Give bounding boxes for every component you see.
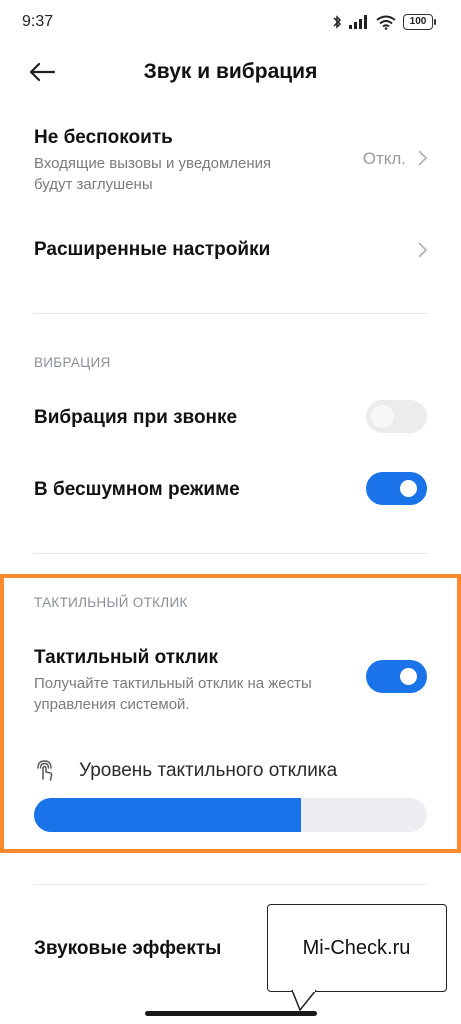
battery-icon: 100 bbox=[403, 14, 436, 30]
ring-vibration-row[interactable]: Вибрация при звонке bbox=[0, 395, 461, 441]
haptic-level-label: Уровень тактильного отклика bbox=[79, 760, 338, 781]
watermark-text: Mi-Check.ru bbox=[302, 937, 411, 959]
callout-tail bbox=[291, 990, 317, 1012]
ring-vibration-title: Вибрация при звонке bbox=[34, 407, 238, 428]
advanced-title: Расширенные настройки bbox=[34, 239, 271, 260]
page-title: Звук и вибрация bbox=[143, 60, 318, 83]
dnd-desc-line2: будут заглушены bbox=[34, 176, 153, 193]
dnd-value: Откл. bbox=[362, 149, 406, 168]
header: Звук и вибрация bbox=[0, 44, 461, 100]
bluetooth-icon bbox=[333, 15, 342, 29]
status-time: 9:37 bbox=[22, 13, 54, 30]
silent-vibration-toggle[interactable] bbox=[366, 472, 427, 505]
status-icons: 100 bbox=[332, 12, 436, 32]
chevron-right-icon bbox=[418, 150, 428, 166]
ring-vibration-toggle[interactable] bbox=[366, 400, 427, 433]
watermark-callout: Mi-Check.ru bbox=[267, 904, 447, 992]
signal-icon bbox=[349, 15, 367, 29]
toggle-knob bbox=[400, 668, 417, 685]
haptic-desc-line2: управления системой. bbox=[34, 696, 190, 713]
sound-effects-title: Звуковые эффекты bbox=[34, 938, 222, 959]
haptic-section-label: ТАКТИЛЬНЫЙ ОТКЛИК bbox=[34, 595, 188, 610]
home-indicator[interactable] bbox=[145, 1011, 317, 1016]
haptic-feedback-row[interactable]: Тактильный отклик Получайте тактильный о… bbox=[0, 640, 461, 720]
toggle-knob bbox=[371, 405, 394, 428]
status-bar: 9:37 100 bbox=[0, 0, 461, 44]
silent-vibration-title: В бесшумном режиме bbox=[34, 479, 240, 500]
touch-vibration-icon bbox=[37, 760, 53, 781]
divider bbox=[34, 313, 427, 314]
advanced-settings-row[interactable]: Расширенные настройки bbox=[0, 225, 461, 277]
dnd-title: Не беспокоить bbox=[34, 127, 173, 148]
divider bbox=[34, 884, 427, 885]
silent-mode-vibration-row[interactable]: В бесшумном режиме bbox=[0, 468, 461, 514]
toggle-knob bbox=[400, 480, 417, 497]
vibration-section-label: ВИБРАЦИЯ bbox=[34, 355, 111, 370]
haptic-level-slider-fill bbox=[34, 798, 302, 832]
haptic-title: Тактильный отклик bbox=[34, 647, 219, 668]
wifi-icon bbox=[376, 15, 396, 30]
dnd-desc-line1: Входящие вызовы и уведомления bbox=[34, 155, 272, 172]
haptic-desc-line1: Получайте тактильный отклик на жесты bbox=[34, 675, 312, 692]
do-not-disturb-row[interactable]: Не беспокоить Входящие вызовы и уведомле… bbox=[0, 120, 461, 200]
haptic-level-slider[interactable] bbox=[34, 798, 427, 832]
haptic-toggle[interactable] bbox=[366, 660, 427, 693]
chevron-right-icon bbox=[418, 242, 428, 258]
divider bbox=[34, 553, 427, 554]
